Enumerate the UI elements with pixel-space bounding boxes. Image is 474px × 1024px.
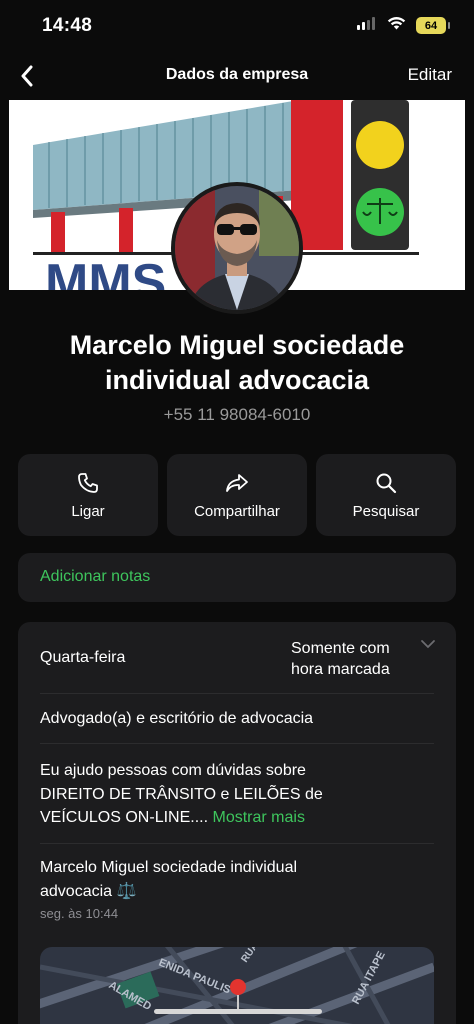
hours-row[interactable]: Quarta-feira Somente com hora marcada [40,622,435,694]
show-more-link[interactable]: Mostrar mais [213,809,305,826]
about-line1: Eu ajudo pessoas com dúvidas sobre [40,762,306,779]
hours-status-line1: Somente com [291,640,390,657]
add-notes-button[interactable]: Adicionar notas [18,553,456,602]
share-icon [225,471,249,495]
nav-bar: Dados da empresa Editar [0,56,474,96]
hours-day: Quarta-feira [40,649,126,666]
status-update-time: seg. às 10:44 [40,906,119,921]
about-line2: DIREITO DE TRÂNSITO e LEILÕES de [40,785,323,803]
about-row: Eu ajudo pessoas com dúvidas sobre DIREI… [40,744,434,844]
status-line1: Marcelo Miguel sociedade individual [40,859,298,876]
business-phone[interactable]: +55 11 98084-6010 [0,405,474,425]
status-update-text: Marcelo Miguel sociedade individual advo… [40,856,440,904]
wifi-icon [387,16,406,35]
cover-logo-text: MMS [45,254,166,290]
business-category: Advogado(a) e escritório de advocacia [40,710,314,727]
about-line3: VEÍCULOS ON-LINE.... [40,809,209,826]
share-label: Compartilhar [194,502,280,520]
business-name: Marcelo Miguel sociedade individual advo… [69,330,405,395]
status-line2: advocacia ⚖️ [40,883,137,900]
edit-button[interactable]: Editar [408,65,452,85]
add-notes-label: Adicionar notas [40,568,151,585]
battery-icon: 64 [416,17,450,34]
chevron-down-icon [421,640,435,649]
category-row: Advogado(a) e escritório de advocacia [40,694,434,744]
home-indicator[interactable] [154,1009,322,1014]
status-bar: 14:48 64 [0,0,474,52]
search-icon [374,471,398,495]
hours-status: Somente com hora marcada [291,638,421,680]
hours-status-line2: hora marcada [291,661,390,678]
phone-icon [76,471,100,495]
status-icons: 64 [357,16,450,35]
call-label: Ligar [71,502,105,520]
call-button[interactable]: Ligar [18,454,158,536]
info-card: Quarta-feira Somente com hora marcada Ad… [18,622,456,1024]
page-title: Dados da empresa [165,66,309,83]
business-description: Eu ajudo pessoas com dúvidas sobre DIREI… [40,759,440,830]
share-button[interactable]: Compartilhar [167,454,307,536]
status-time: 14:48 [42,15,93,36]
signal-icon [357,16,377,35]
status-update-row[interactable]: Marcelo Miguel sociedade individual advo… [40,844,434,934]
search-label: Pesquisar [352,502,420,520]
search-button[interactable]: Pesquisar [316,454,456,536]
action-buttons: Ligar Compartilhar Pesquisar [18,454,456,536]
avatar[interactable] [171,182,303,314]
